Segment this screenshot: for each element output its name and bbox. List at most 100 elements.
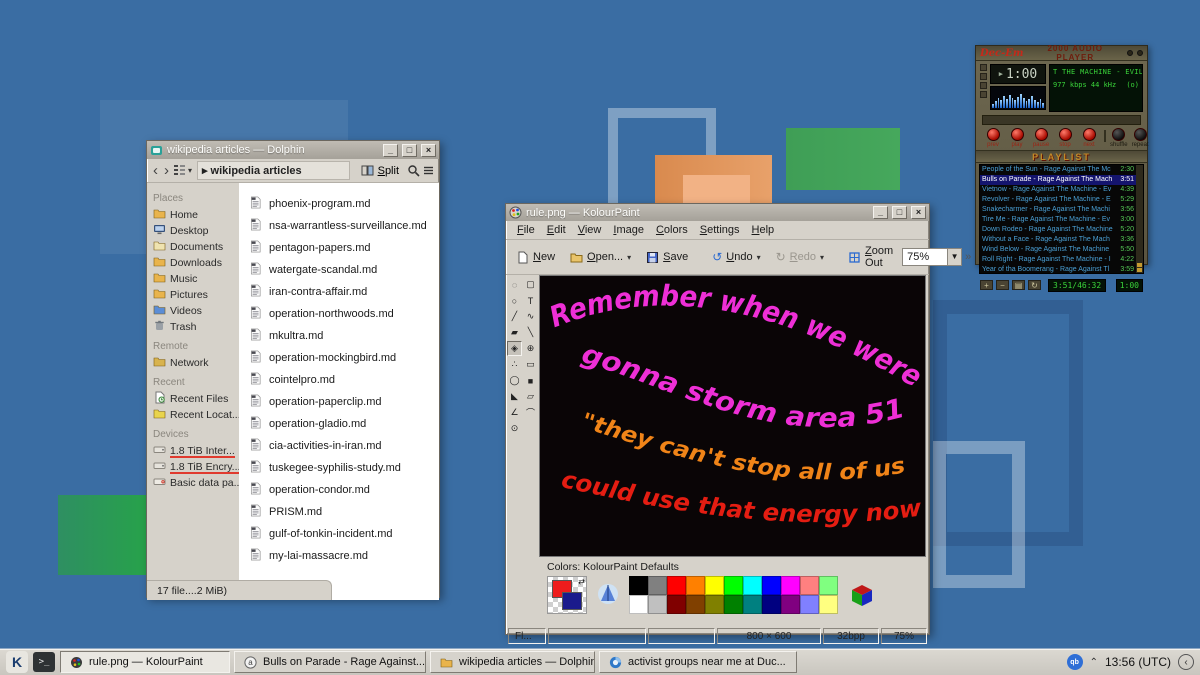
palette-swatch[interactable] — [762, 576, 781, 595]
tool-color-eraser[interactable]: ▭ — [523, 357, 538, 372]
new-button[interactable]: New — [510, 248, 561, 267]
palette-swatch[interactable] — [819, 595, 838, 614]
zoom-combo-caret-icon[interactable]: ▼ — [947, 249, 961, 265]
file-item[interactable]: PRISM.md — [249, 501, 439, 523]
palette-swatch[interactable] — [667, 595, 686, 614]
tool-rectangle[interactable]: ■ — [523, 373, 538, 388]
palette-swatch[interactable] — [781, 576, 800, 595]
file-item[interactable]: nsa-warrantless-surveillance.md — [249, 215, 439, 237]
playlist-header[interactable]: PLAYLIST — [976, 150, 1147, 163]
view-mode-caret-icon[interactable]: ▾ — [188, 166, 192, 175]
taskbar-task[interactable]: activist groups near me at Duc... — [599, 651, 797, 673]
swap-colors-icon[interactable]: ⇄ — [578, 577, 585, 586]
menu-view[interactable]: View — [573, 223, 607, 237]
tool-text[interactable]: T — [523, 293, 538, 308]
palette-swatch[interactable] — [724, 576, 743, 595]
repeat-knob[interactable]: repeat — [1132, 128, 1149, 148]
palette-swatch[interactable] — [686, 576, 705, 595]
kolourpaint-canvas[interactable]: Remember when we weregonna storm area 51… — [539, 275, 926, 557]
file-item[interactable]: operation-northwoods.md — [249, 303, 439, 325]
taskbar-task[interactable]: rule.png — KolourPaint — [60, 651, 230, 673]
list-button[interactable]: ▤ — [1012, 280, 1025, 290]
tray-expand-icon[interactable]: ⌃ — [1090, 657, 1098, 668]
panel-hide-button[interactable]: ‹ — [1178, 654, 1194, 670]
file-item[interactable]: watergate-scandal.md — [249, 259, 439, 281]
zoom-level-combobox[interactable]: 75% ▼ — [902, 248, 962, 266]
tool-line[interactable]: ╱ — [507, 309, 522, 324]
tool-ellipse[interactable]: ◯ — [507, 373, 522, 388]
dolphin-titlebar[interactable]: wikipedia articles — Dolphin _ □ × — [147, 141, 439, 159]
dolphin-close-button[interactable]: × — [421, 144, 436, 157]
repeat-knob-dial[interactable] — [1134, 128, 1147, 141]
tool-elliptical-selection[interactable]: ○ — [507, 293, 522, 308]
menu-edit[interactable]: Edit — [542, 223, 571, 237]
tool-arc[interactable]: ⌒ — [523, 405, 538, 420]
forward-button[interactable]: › — [162, 162, 171, 180]
playlist-row[interactable]: Without a Face - Rage Against The Mach3:… — [980, 235, 1136, 245]
tool-eraser[interactable]: ▰ — [507, 325, 522, 340]
kolourpaint-maximize-button[interactable]: □ — [892, 206, 907, 219]
sidebar-item-recent-files[interactable]: Recent Files — [153, 391, 239, 407]
taskbar-task[interactable]: wikipedia articles — Dolphin — [430, 651, 595, 673]
sidebar-item-network[interactable]: Network — [153, 355, 239, 371]
palette-swatch[interactable] — [648, 576, 667, 595]
palette-swatch[interactable] — [762, 595, 781, 614]
palette-swatch[interactable] — [686, 595, 705, 614]
background-color-swatch[interactable] — [562, 592, 582, 610]
sidebar-item-music[interactable]: Music — [153, 271, 239, 287]
stop-button[interactable]: stop — [1054, 128, 1076, 148]
hamburger-menu-icon[interactable] — [422, 164, 435, 177]
dolphin-maximize-button[interactable]: □ — [402, 144, 417, 157]
sidebar-item--tib-inter-[interactable]: 1.8 TiB Inter... — [153, 443, 239, 459]
player-titlebar[interactable]: Dec-Em 2000 AUDIO PLAYER — [976, 46, 1147, 61]
view-mode-icon[interactable] — [173, 164, 186, 177]
dolphin-window[interactable]: wikipedia articles — Dolphin _ □ × ‹ › ▾… — [146, 140, 440, 598]
color-similarity-icon[interactable] — [597, 583, 619, 607]
taskbar-task[interactable]: aBulls on Parade - Rage Against... — [234, 651, 426, 673]
color-cube-icon[interactable] — [848, 582, 876, 608]
palette-swatch[interactable] — [705, 595, 724, 614]
palette-swatch[interactable] — [743, 595, 762, 614]
palette-swatch[interactable] — [629, 576, 648, 595]
kolourpaint-titlebar[interactable]: rule.png — KolourPaint _ □ × — [506, 204, 929, 221]
file-item[interactable]: iran-contra-affair.md — [249, 281, 439, 303]
sidebar-item-documents[interactable]: Documents — [153, 239, 239, 255]
next-button[interactable]: next — [1078, 128, 1100, 148]
tool-color-picker[interactable]: ⊕ — [523, 341, 538, 356]
back-button[interactable]: ‹ — [151, 162, 160, 180]
playlist-row[interactable]: Bulls on Parade - Rage Against The Mach3… — [980, 175, 1136, 185]
file-item[interactable]: cia-activities-in-iran.md — [249, 435, 439, 457]
menu-settings[interactable]: Settings — [695, 223, 745, 237]
sidebar-item-basic-data-pa-[interactable]: Basic data pa... — [153, 475, 239, 491]
file-item[interactable]: operation-paperclip.md — [249, 391, 439, 413]
tool-curve[interactable]: ∿ — [523, 309, 538, 324]
playlist-row[interactable]: Wind Below - Rage Against The Machine5:5… — [980, 245, 1136, 255]
playlist-row[interactable]: Roll Right - Rage Against The Machine - … — [980, 255, 1136, 265]
menu-help[interactable]: Help — [747, 223, 780, 237]
app-launcher-button[interactable]: K — [6, 651, 28, 673]
playlist-scrollbar[interactable] — [1136, 165, 1143, 273]
tool-spraycan[interactable]: ∴ — [507, 357, 522, 372]
file-item[interactable]: operation-mockingbird.md — [249, 347, 439, 369]
palette-swatch[interactable] — [800, 576, 819, 595]
sidebar-item--tib-encry-[interactable]: 1.8 TiB Encry... — [153, 459, 239, 475]
palette-swatch[interactable] — [743, 576, 762, 595]
playlist-row[interactable]: Vietnow - Rage Against The Machine - Ev4… — [980, 185, 1136, 195]
undo-button[interactable]: ↺ Undo ▾ — [706, 247, 766, 267]
audio-player-window[interactable]: Dec-Em 2000 AUDIO PLAYER ▶ 1:00 T THE MA… — [975, 45, 1148, 265]
playlist-row[interactable]: Year of tha Boomerang - Rage Against Tl3… — [980, 265, 1136, 273]
open-button[interactable]: Open... ▾ — [564, 248, 637, 267]
palette-swatch[interactable] — [629, 595, 648, 614]
split-button[interactable]: Split — [355, 161, 405, 180]
dolphin-minimize-button[interactable]: _ — [383, 144, 398, 157]
menu-file[interactable]: File — [512, 223, 540, 237]
palette-swatch[interactable] — [800, 595, 819, 614]
search-icon[interactable] — [407, 164, 420, 177]
sidebar-item-recent-locat-[interactable]: Recent Locat... — [153, 407, 239, 423]
eject-button[interactable] — [1104, 130, 1106, 142]
sidebar-item-videos[interactable]: Videos — [153, 303, 239, 319]
file-item[interactable]: phoenix-program.md — [249, 193, 439, 215]
tool-flood-fill[interactable]: ◈ — [507, 341, 522, 356]
player-close-button[interactable] — [1137, 50, 1143, 56]
file-item[interactable]: gulf-of-tonkin-incident.md — [249, 523, 439, 545]
